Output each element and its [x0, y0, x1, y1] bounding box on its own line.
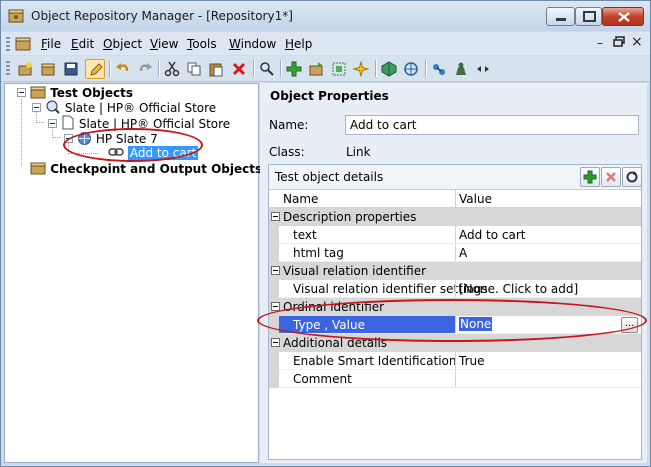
repository-app-icon	[8, 8, 24, 24]
more-icon[interactable]	[473, 59, 493, 79]
property-name: Enable Smart Identification	[293, 354, 457, 368]
property-row[interactable]: html tag A	[269, 244, 641, 262]
cut-icon[interactable]	[162, 59, 182, 79]
property-value[interactable]: [None. Click to add]	[459, 282, 578, 296]
annotation-ellipse	[257, 299, 647, 342]
property-row[interactable]: Comment	[269, 370, 641, 388]
annotation-ellipse	[63, 128, 203, 162]
delete-icon[interactable]	[229, 59, 249, 79]
property-name: Comment	[293, 372, 352, 386]
minimize-button[interactable]	[546, 7, 575, 26]
property-category-row[interactable]: Description properties	[269, 208, 641, 226]
tree-collapse-toggle[interactable]	[32, 103, 41, 112]
class-value: Link	[346, 145, 371, 159]
highlight-icon[interactable]	[329, 59, 349, 79]
object-spy-icon[interactable]	[401, 59, 421, 79]
mdi-restore-button[interactable]	[613, 36, 625, 51]
refresh-button[interactable]	[622, 167, 642, 187]
title-bar: Object Repository Manager - [Repository1…	[1, 1, 650, 31]
add-property-button[interactable]	[580, 167, 600, 187]
category-label: Visual relation identifier	[283, 264, 427, 278]
mdi-close-button[interactable]: ×	[631, 34, 643, 50]
class-label: Class:	[269, 145, 305, 159]
tree-collapse-toggle[interactable]	[17, 88, 26, 97]
details-heading: Test object details	[275, 170, 384, 184]
property-row[interactable]: text Add to cart	[269, 226, 641, 244]
property-value[interactable]: A	[459, 246, 467, 260]
toolbar-grip[interactable]	[6, 61, 10, 76]
column-name-header[interactable]: Name	[283, 192, 318, 206]
object-repository-window: Object Repository Manager - [Repository1…	[0, 0, 651, 467]
category-collapse-toggle[interactable]	[271, 266, 280, 275]
property-value[interactable]: Add to cart	[459, 228, 526, 242]
copy-icon[interactable]	[184, 59, 204, 79]
tree-collapse-toggle[interactable]	[48, 119, 57, 128]
paste-icon[interactable]	[206, 59, 226, 79]
page-icon	[62, 115, 74, 130]
property-name: html tag	[293, 246, 344, 260]
locate-icon[interactable]	[351, 59, 371, 79]
menu-bar: File Edit Object View Tools Window Help …	[1, 32, 650, 55]
connect-icon[interactable]	[429, 59, 449, 79]
tree-node-browser[interactable]: Slate | HP® Official Store	[45, 100, 216, 115]
associate-icon[interactable]	[451, 59, 471, 79]
column-value-header[interactable]: Value	[459, 192, 492, 206]
property-row[interactable]: Enable Smart Identification True	[269, 352, 641, 370]
grid-header: Name Value	[269, 190, 641, 208]
maximize-button[interactable]	[575, 7, 602, 26]
window-title: Object Repository Manager - [Repository1…	[31, 9, 293, 23]
menu-tools[interactable]: Tools	[187, 37, 217, 51]
property-category-row[interactable]: Visual relation identifier	[269, 262, 641, 280]
edit-pencil-icon[interactable]	[85, 59, 105, 79]
tree-node-checkpoints[interactable]: Checkpoint and Output Objects	[30, 161, 262, 176]
new-repository-icon[interactable]	[15, 59, 35, 79]
menu-window[interactable]: Window	[229, 37, 276, 51]
property-name: text	[293, 228, 317, 242]
menu-edit[interactable]: Edit	[71, 37, 94, 51]
object-tree: Test Objects Slate | HP® Official Store …	[4, 83, 262, 463]
add-object-icon[interactable]	[284, 59, 304, 79]
category-collapse-toggle[interactable]	[271, 212, 280, 221]
category-collapse-toggle[interactable]	[271, 338, 280, 347]
update-from-app-icon[interactable]	[306, 59, 326, 79]
property-value[interactable]: True	[459, 354, 485, 368]
menu-help[interactable]: Help	[285, 37, 312, 51]
details-header: Test object details	[269, 165, 642, 190]
tree-node-test-objects[interactable]: Test Objects	[30, 85, 133, 100]
find-icon[interactable]	[257, 59, 277, 79]
name-field[interactable]	[345, 115, 639, 135]
remove-property-button[interactable]	[601, 167, 621, 187]
category-label: Description properties	[283, 210, 417, 224]
menu-grip[interactable]	[6, 37, 10, 51]
save-icon[interactable]	[61, 59, 81, 79]
document-icon[interactable]	[15, 36, 31, 55]
object-properties-heading: Object Properties	[270, 89, 389, 103]
browser-icon	[46, 100, 60, 114]
mdi-minimize-button[interactable]: –	[597, 36, 603, 50]
menu-object[interactable]: Object	[103, 37, 142, 51]
name-label: Name:	[269, 118, 309, 132]
object-properties-panel: Object Properties Name: Class: Link Test…	[260, 83, 647, 463]
close-button[interactable]	[602, 7, 644, 26]
toolbar	[1, 56, 650, 82]
redo-icon[interactable]	[135, 59, 155, 79]
checkpoint-icon[interactable]	[379, 59, 399, 79]
repository-icon	[30, 86, 46, 99]
undo-icon[interactable]	[113, 59, 133, 79]
menu-file[interactable]: File	[41, 37, 61, 51]
repository-icon	[30, 162, 46, 175]
open-icon[interactable]	[38, 59, 58, 79]
menu-view[interactable]: View	[150, 37, 178, 51]
property-row[interactable]: Visual relation identifier settings [None…	[269, 280, 641, 298]
